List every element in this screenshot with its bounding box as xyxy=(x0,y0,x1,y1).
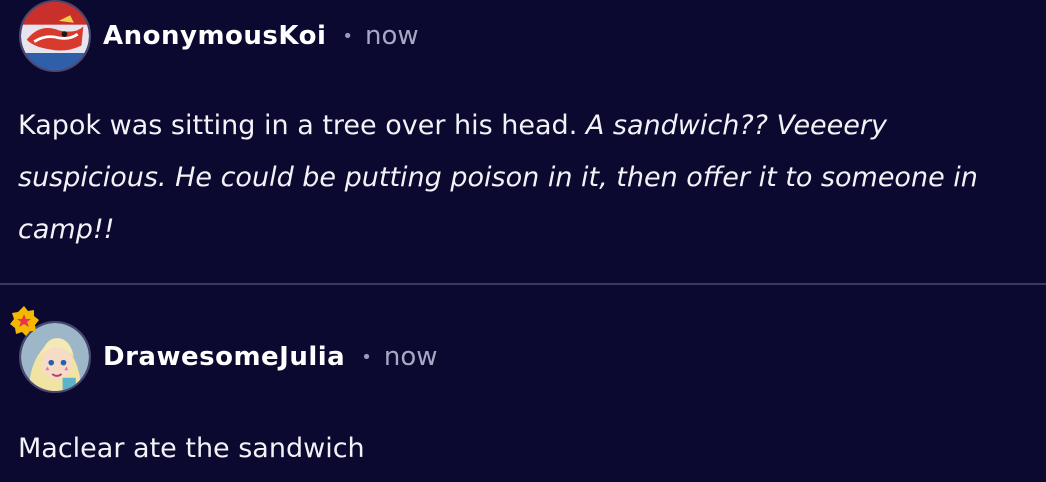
comment-item: AnonymousKoi • now Kapok was sitting in … xyxy=(0,0,1046,285)
comment-text: Kapok was sitting in a tree over his hea… xyxy=(18,110,586,141)
comment-item: DrawesomeJulia • now Maclear ate the san… xyxy=(0,285,1046,482)
comment-text: Maclear ate the sandwich xyxy=(18,433,365,464)
comment-body: Maclear ate the sandwich xyxy=(18,423,1034,475)
username[interactable]: AnonymousKoi xyxy=(103,21,326,51)
separator-dot: • xyxy=(361,346,372,368)
koi-avatar-icon xyxy=(21,2,89,70)
comment-body: Kapok was sitting in a tree over his hea… xyxy=(18,100,1034,256)
timestamp: now xyxy=(364,21,419,51)
comment-meta: AnonymousKoi • now xyxy=(103,16,419,56)
separator-dot: • xyxy=(342,25,353,47)
star-badge-icon xyxy=(8,305,40,337)
timestamp: now xyxy=(383,342,438,372)
username[interactable]: DrawesomeJulia xyxy=(103,342,345,372)
avatar[interactable] xyxy=(19,0,91,72)
comment-meta: DrawesomeJulia • now xyxy=(103,337,438,377)
